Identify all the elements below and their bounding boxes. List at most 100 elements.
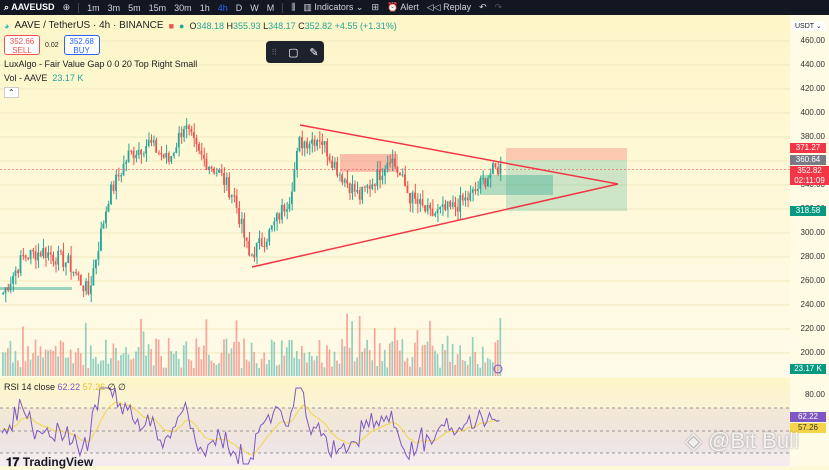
volume-bar: [240, 367, 243, 376]
candle: [92, 268, 95, 286]
volume-bar: [213, 362, 215, 376]
volume-bar: [421, 345, 424, 376]
candle: [172, 152, 175, 157]
chart-type-icon[interactable]: ⫼: [291, 2, 295, 13]
buy-button[interactable]: 352.68 BUY: [63, 35, 100, 55]
candle: [210, 166, 213, 169]
volume-bar: [84, 322, 87, 376]
timeframe-D[interactable]: D: [236, 3, 243, 13]
candle: [419, 199, 421, 204]
volume-bar: [120, 355, 122, 376]
candle: [69, 255, 72, 272]
volume-bar: [308, 351, 311, 376]
volume-bar: [268, 359, 271, 376]
volume-bar: [27, 346, 29, 376]
candle: [110, 184, 112, 205]
price-axis[interactable]: USDT ⌄ 460.00 440.00 420.00 400.00 380.00 360…: [790, 15, 829, 466]
candle: [290, 191, 293, 205]
volume-bar: [311, 355, 313, 376]
volume-bar: [233, 341, 235, 376]
volume-bar: [102, 360, 105, 376]
high-value: 355.93: [233, 20, 261, 31]
timeframe-30m[interactable]: 30m: [174, 3, 192, 13]
timeframe-W[interactable]: W: [250, 3, 259, 13]
volume-indicator[interactable]: Vol - AAVE 23.17 K: [4, 73, 397, 83]
candle: [97, 250, 100, 260]
volume-bar: [200, 359, 203, 376]
candle: [489, 173, 492, 179]
layout-icon[interactable]: ⊞: [371, 2, 379, 13]
indicators-button[interactable]: ▥ Indicators ⌄: [303, 2, 363, 13]
volume-bar: [368, 349, 371, 376]
redo-icon[interactable]: ↷: [495, 2, 503, 13]
volume-bar: [341, 339, 343, 376]
volume-bar: [366, 339, 369, 376]
price-tick: 400.00: [800, 108, 825, 117]
candle: [429, 204, 431, 209]
candle: [416, 198, 419, 204]
timeframe-4h[interactable]: 4h: [218, 3, 228, 13]
add-symbol-icon[interactable]: ⊕: [63, 2, 71, 13]
market-status-icon: ●: [179, 20, 185, 31]
timeframe-5m[interactable]: 5m: [128, 3, 141, 13]
volume-bar: [278, 364, 281, 376]
candle: [77, 273, 80, 276]
volume-bar: [175, 351, 178, 376]
candle: [233, 195, 235, 197]
volume-bar: [414, 342, 416, 376]
sell-button[interactable]: 352.66 SELL: [4, 35, 40, 55]
volume-bar: [192, 367, 195, 376]
volume-bar: [469, 356, 472, 376]
volume-bar: [343, 346, 346, 376]
volume-bar: [218, 363, 220, 376]
volume-bar: [318, 340, 321, 376]
timeframe-1m[interactable]: 1m: [87, 3, 100, 13]
volume-bar: [248, 361, 250, 376]
volume-bar: [69, 349, 72, 376]
volume-bar: [386, 367, 389, 376]
volume-bar: [446, 335, 449, 376]
rsi-value: 62.22: [57, 382, 81, 392]
candle: [39, 252, 42, 257]
volume-bar: [358, 315, 361, 376]
tradingview-logo[interactable]: 𝟏𝟕 TradingView: [6, 455, 93, 470]
replay-button[interactable]: ◁◁ Replay: [427, 2, 471, 13]
alert-button[interactable]: ⏰ Alert: [387, 2, 419, 13]
volume-bar: [9, 340, 12, 376]
candle: [373, 184, 376, 187]
drag-handle-icon[interactable]: ⠿: [271, 48, 277, 57]
volume-bar: [464, 360, 467, 376]
flag-icon[interactable]: ■: [169, 21, 174, 31]
collapse-legend-icon[interactable]: ⌃: [4, 87, 19, 98]
candle: [270, 225, 273, 230]
timeframe-15m[interactable]: 15m: [149, 3, 167, 13]
symbol-search[interactable]: ⌕ AAVEUSD: [4, 2, 55, 13]
rsi-pane[interactable]: RSI 14 close 62.22 57.26 ∅ ∅: [0, 378, 790, 466]
currency-select[interactable]: USDT ⌄: [792, 21, 825, 31]
candle: [275, 213, 278, 222]
candle: [162, 154, 165, 158]
timeframe-1h[interactable]: 1h: [200, 3, 210, 13]
timeframe-3m[interactable]: 3m: [108, 3, 121, 13]
candle: [22, 255, 24, 257]
fvg-label: LuxAlgo - Fair Value Gap 0 0 20 Top Righ…: [4, 59, 198, 69]
fvg-indicator[interactable]: LuxAlgo - Fair Value Gap 0 0 20 Top Righ…: [4, 59, 397, 69]
volume-bar: [185, 341, 188, 376]
price-tick: 300.00: [800, 228, 825, 237]
candle: [155, 139, 157, 153]
candle: [368, 185, 371, 189]
brush-tool-icon[interactable]: ✎: [309, 46, 318, 59]
candle: [411, 192, 414, 204]
volume-bar: [371, 360, 374, 376]
rectangle-tool-icon[interactable]: ▢: [288, 46, 298, 59]
candle: [283, 204, 286, 212]
candle: [175, 147, 178, 153]
timeframe-M[interactable]: M: [267, 3, 275, 13]
candle: [444, 204, 446, 210]
low-value: 348.17: [268, 20, 296, 31]
undo-icon[interactable]: ↶: [479, 2, 487, 13]
candle: [456, 207, 459, 212]
candle: [376, 169, 379, 187]
volume-bar: [34, 339, 37, 376]
volume-bar: [37, 355, 39, 376]
